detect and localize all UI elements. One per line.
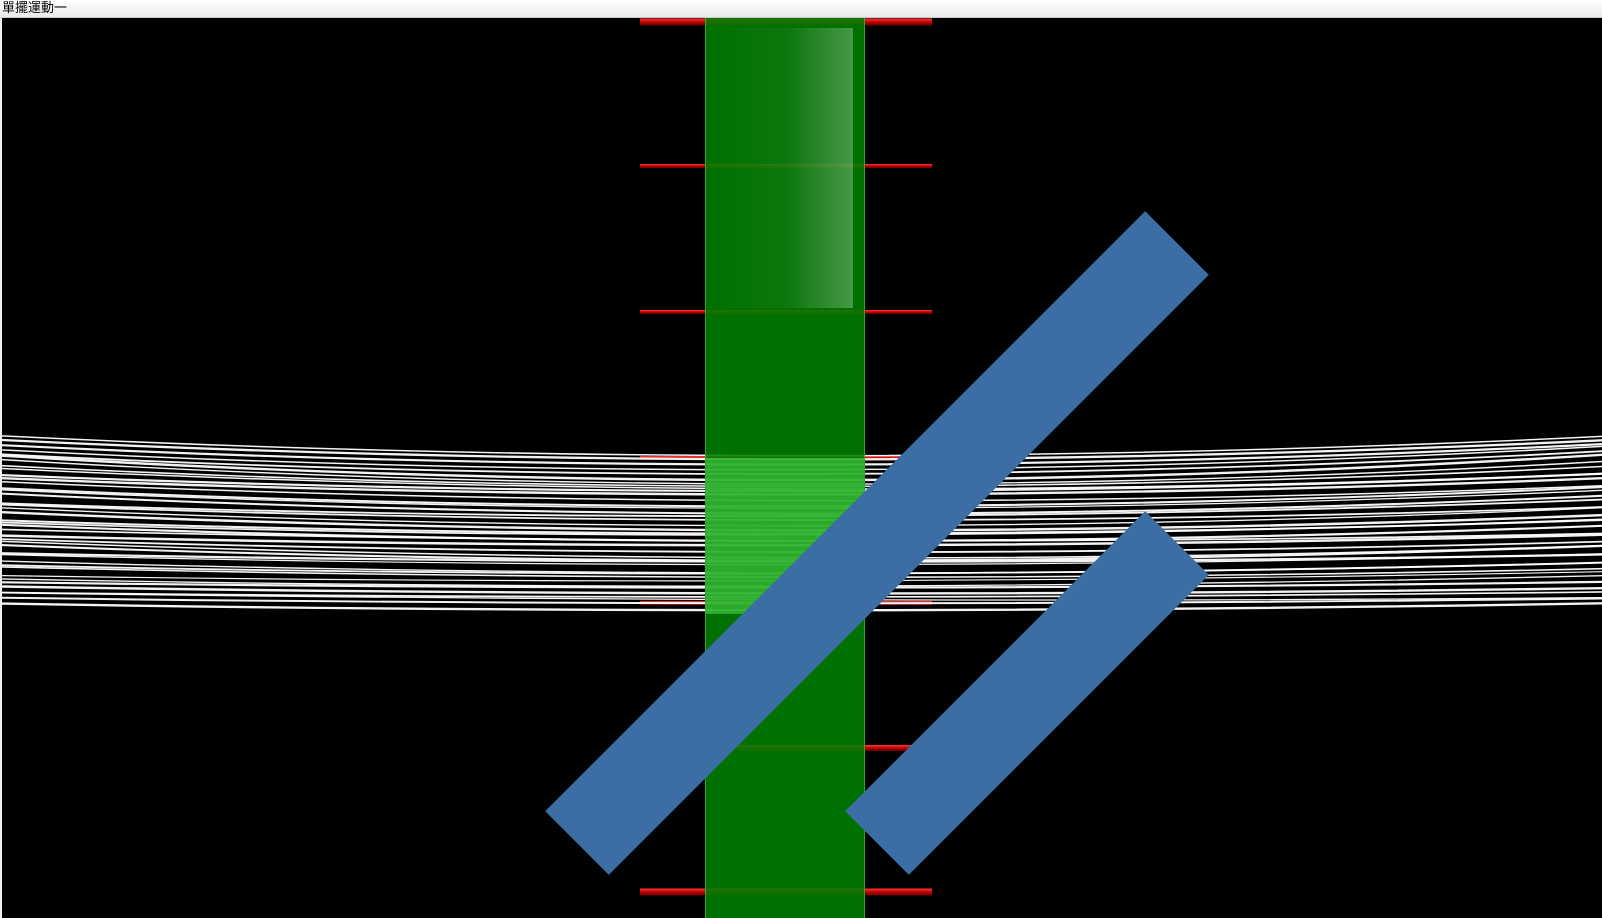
title-bar[interactable]: 單擺運動一 xyxy=(0,0,1602,18)
simulation-canvas[interactable] xyxy=(2,18,1602,918)
app-window: 單擺運動一 xyxy=(0,0,1602,918)
resize-grip-icon[interactable] xyxy=(2,18,1602,918)
window-title: 單擺運動一 xyxy=(2,1,68,16)
